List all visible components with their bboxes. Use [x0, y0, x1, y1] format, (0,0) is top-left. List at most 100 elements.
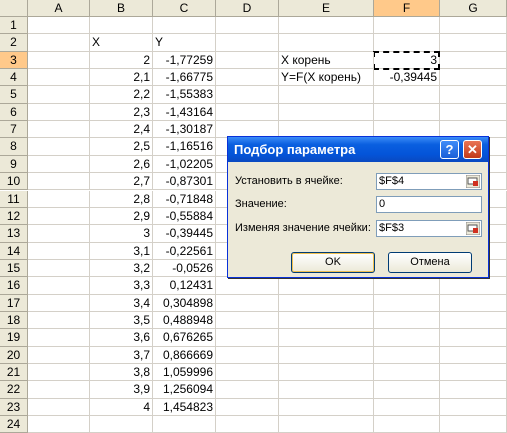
cell-c12[interactable]: -0,55884	[153, 207, 216, 226]
cell-b7[interactable]: 2,4	[90, 121, 153, 139]
row-header-8[interactable]: 8	[0, 138, 28, 156]
cell-d20[interactable]	[216, 346, 279, 364]
row-header-2[interactable]: 2	[0, 34, 28, 52]
collapse-dialog-icon[interactable]	[466, 222, 480, 235]
cell-a1[interactable]	[28, 17, 90, 35]
cell-e21[interactable]	[279, 364, 374, 382]
collapse-dialog-icon[interactable]	[466, 175, 480, 188]
cell-d1[interactable]	[216, 17, 279, 35]
cell-c19[interactable]: 0,676265	[153, 329, 216, 347]
cell-d4[interactable]	[216, 69, 279, 87]
cell-a10[interactable]	[28, 173, 90, 191]
row-header-19[interactable]: 19	[0, 329, 28, 347]
row-header-17[interactable]: 17	[0, 294, 28, 312]
cell-d18[interactable]	[216, 311, 279, 330]
cell-e24[interactable]	[279, 416, 374, 433]
cell-a15[interactable]	[28, 259, 90, 278]
cell-c10[interactable]: -0,87301	[153, 173, 216, 191]
cell-g1[interactable]	[440, 17, 507, 35]
cell-a6[interactable]	[28, 103, 90, 122]
cell-a24[interactable]	[28, 416, 90, 433]
cell-f18[interactable]	[374, 311, 440, 330]
cell-a20[interactable]	[28, 346, 90, 364]
column-header-e[interactable]: E	[279, 0, 374, 17]
cell-f2[interactable]	[374, 34, 440, 52]
column-header-a[interactable]: A	[28, 0, 90, 17]
cell-g18[interactable]	[440, 311, 507, 330]
cell-c14[interactable]: -0,22561	[153, 242, 216, 260]
cell-f16[interactable]	[374, 277, 440, 295]
cell-f19[interactable]	[374, 329, 440, 347]
cell-g21[interactable]	[440, 364, 507, 382]
cell-c1[interactable]	[153, 17, 216, 35]
cell-f22[interactable]	[374, 381, 440, 399]
cell-c15[interactable]: -0,0526	[153, 259, 216, 278]
cell-c17[interactable]: 0,304898	[153, 294, 216, 312]
column-header-d[interactable]: D	[216, 0, 279, 17]
cell-f23[interactable]	[374, 398, 440, 417]
cell-g2[interactable]	[440, 34, 507, 52]
cell-a14[interactable]	[28, 242, 90, 260]
row-header-13[interactable]: 13	[0, 225, 28, 243]
cell-b5[interactable]: 2,2	[90, 86, 153, 104]
cell-b2[interactable]: X	[90, 34, 153, 52]
row-header-6[interactable]: 6	[0, 103, 28, 122]
cell-d6[interactable]	[216, 103, 279, 122]
cell-a18[interactable]	[28, 311, 90, 330]
cell-e22[interactable]	[279, 381, 374, 399]
cell-b8[interactable]: 2,5	[90, 138, 153, 156]
cell-c22[interactable]: 1,256094	[153, 381, 216, 399]
column-header-c[interactable]: C	[153, 0, 216, 17]
cell-b15[interactable]: 3,2	[90, 259, 153, 278]
cell-c23[interactable]: 1,454823	[153, 398, 216, 417]
close-button[interactable]: ✕	[463, 140, 482, 159]
row-header-18[interactable]: 18	[0, 311, 28, 330]
cell-d17[interactable]	[216, 294, 279, 312]
cell-b10[interactable]: 2,7	[90, 173, 153, 191]
row-header-4[interactable]: 4	[0, 69, 28, 87]
cell-c21[interactable]: 1,059996	[153, 364, 216, 382]
cell-e1[interactable]	[279, 17, 374, 35]
cell-b4[interactable]: 2,1	[90, 69, 153, 87]
column-header-f[interactable]: F	[374, 0, 440, 17]
cell-b18[interactable]: 3,5	[90, 311, 153, 330]
row-header-22[interactable]: 22	[0, 381, 28, 399]
row-header-21[interactable]: 21	[0, 364, 28, 382]
cell-f6[interactable]	[374, 103, 440, 122]
cell-g22[interactable]	[440, 381, 507, 399]
cell-b9[interactable]: 2,6	[90, 155, 153, 174]
cell-g20[interactable]	[440, 346, 507, 364]
cell-a23[interactable]	[28, 398, 90, 417]
cell-d16[interactable]	[216, 277, 279, 295]
cell-e5[interactable]	[279, 86, 374, 104]
row-header-16[interactable]: 16	[0, 277, 28, 295]
row-header-20[interactable]: 20	[0, 346, 28, 364]
cell-b1[interactable]	[90, 17, 153, 35]
column-header-g[interactable]: G	[440, 0, 507, 17]
cell-d22[interactable]	[216, 381, 279, 399]
ok-button[interactable]: OK	[291, 252, 375, 273]
cell-d5[interactable]	[216, 86, 279, 104]
cell-a4[interactable]	[28, 69, 90, 87]
cell-e18[interactable]	[279, 311, 374, 330]
cell-c24[interactable]	[153, 416, 216, 433]
cell-g23[interactable]	[440, 398, 507, 417]
cell-a9[interactable]	[28, 155, 90, 174]
cell-g19[interactable]	[440, 329, 507, 347]
cell-c9[interactable]: -1,02205	[153, 155, 216, 174]
cell-e6[interactable]	[279, 103, 374, 122]
row-header-14[interactable]: 14	[0, 242, 28, 260]
row-header-12[interactable]: 12	[0, 207, 28, 226]
cell-f21[interactable]	[374, 364, 440, 382]
row-header-1[interactable]: 1	[0, 17, 28, 35]
cell-c13[interactable]: -0,39445	[153, 225, 216, 243]
cell-c8[interactable]: -1,16516	[153, 138, 216, 156]
row-header-24[interactable]: 24	[0, 416, 28, 433]
cell-a22[interactable]	[28, 381, 90, 399]
cell-b13[interactable]: 3	[90, 225, 153, 243]
cell-d19[interactable]	[216, 329, 279, 347]
cell-g16[interactable]	[440, 277, 507, 295]
row-header-11[interactable]: 11	[0, 190, 28, 208]
cell-b23[interactable]: 4	[90, 398, 153, 417]
cell-b17[interactable]: 3,4	[90, 294, 153, 312]
